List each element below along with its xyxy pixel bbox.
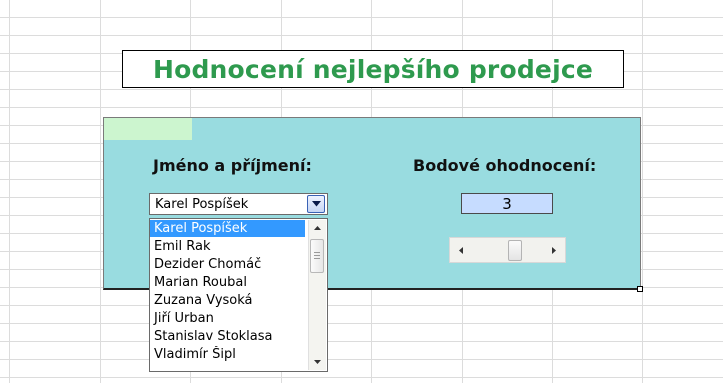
list-item[interactable]: Dezider Chomáč (150, 256, 305, 273)
name-combobox[interactable]: Karel Pospíšek (149, 193, 328, 215)
list-item[interactable]: Karel Pospíšek (150, 220, 305, 237)
list-item[interactable]: Zuzana Vysoká (150, 292, 305, 309)
combo-dropdown-button[interactable] (307, 195, 325, 213)
list-item[interactable]: Emil Rak (150, 238, 305, 255)
score-slider[interactable] (449, 237, 566, 263)
score-value-field[interactable]: 3 (461, 193, 553, 214)
page-title: Hodnocení nejlepšího prodejce (122, 50, 624, 88)
name-dropdown-list[interactable]: Karel Pospíšek Emil Rak Dezider Chomáč Mari… (149, 218, 328, 372)
slider-thumb[interactable] (507, 240, 522, 261)
list-item[interactable]: Stanislav Stoklasa (150, 328, 305, 345)
scroll-thumb[interactable] (310, 239, 324, 273)
resize-handle[interactable] (637, 286, 643, 292)
list-scrollbar[interactable] (308, 220, 326, 370)
list-item[interactable]: Jiří Urban (150, 310, 305, 327)
scroll-up-arrow-icon[interactable] (310, 221, 325, 235)
slider-right-arrow-icon[interactable] (547, 243, 561, 257)
chevron-down-icon (311, 201, 321, 207)
score-label: Bodové ohodnocení: (413, 156, 597, 175)
panel-tab (104, 118, 192, 140)
name-label: Jméno a příjmení: (153, 156, 312, 175)
list-item[interactable]: Marian Roubal (150, 274, 305, 291)
list-item[interactable]: Vladimír Šipl (150, 346, 305, 363)
slider-left-arrow-icon[interactable] (454, 243, 468, 257)
scroll-down-arrow-icon[interactable] (310, 355, 325, 369)
combo-selected-value: Karel Pospíšek (155, 197, 249, 212)
